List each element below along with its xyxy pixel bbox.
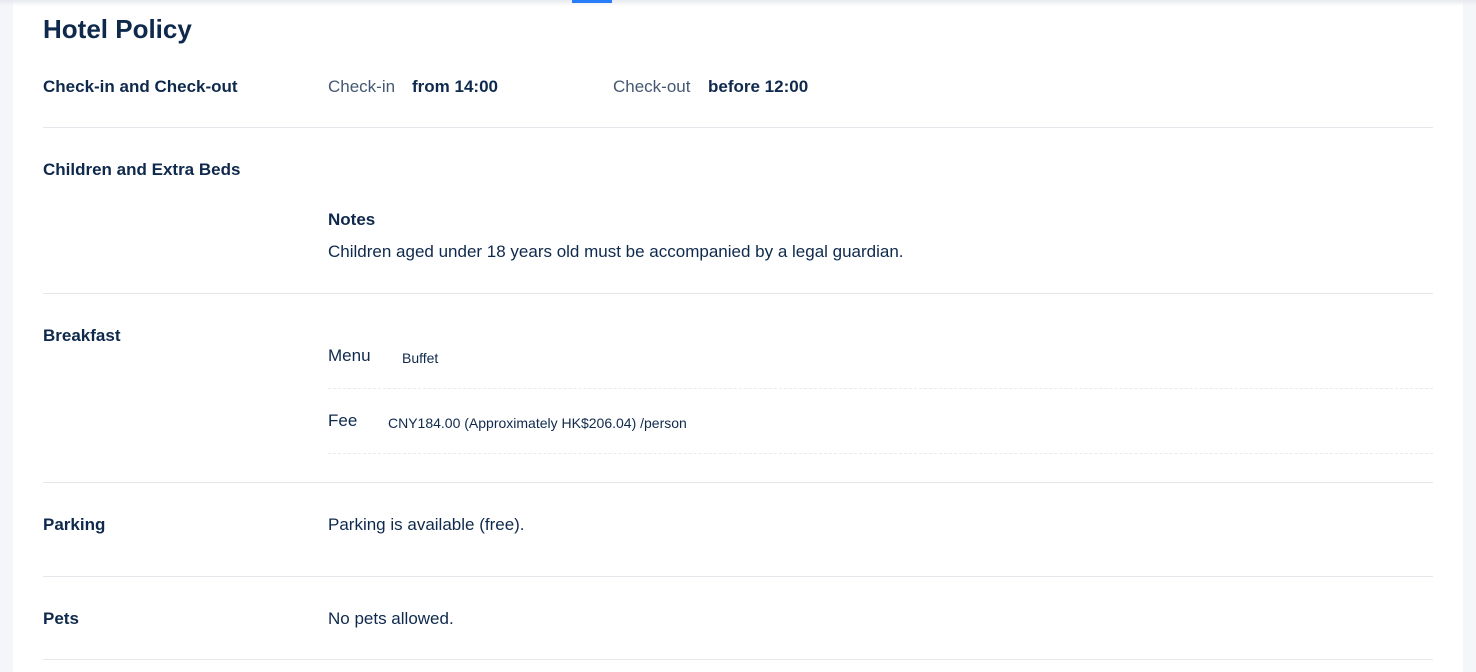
active-tab-indicator bbox=[572, 0, 612, 3]
pets-section: Pets No pets allowed. bbox=[43, 577, 1433, 660]
parking-section: Parking Parking is available (free). bbox=[43, 483, 1433, 577]
pets-label: Pets bbox=[43, 609, 79, 628]
breakfast-menu-row: Menu Buffet bbox=[328, 324, 1433, 389]
checkin-checkout-section: Check-in and Check-out Check-in from 14:… bbox=[43, 60, 1433, 128]
checkin-label: Check-in bbox=[328, 77, 396, 96]
breakfast-fee-row: Fee CNY184.00 (Approximately HK$206.04) … bbox=[328, 389, 1433, 454]
menu-label: Menu bbox=[328, 346, 371, 365]
pets-text: No pets allowed. bbox=[328, 609, 454, 628]
breakfast-label: Breakfast bbox=[43, 326, 121, 345]
checkout-time: before 12:00 bbox=[708, 77, 809, 96]
checkout-label: Check-out bbox=[613, 77, 691, 96]
hotel-policy-card: Hotel Policy Check-in and Check-out Chec… bbox=[13, 0, 1463, 672]
fee-value: CNY184.00 (Approximately HK$206.04) /per… bbox=[388, 415, 687, 431]
children-section: Children and Extra Beds Notes Children a… bbox=[43, 128, 1433, 294]
breakfast-section: Breakfast Menu Buffet Fee CNY184.00 (App… bbox=[43, 294, 1433, 483]
breakfast-body: Menu Buffet Fee CNY184.00 (Approximately… bbox=[328, 324, 1433, 454]
checkin-time: from 14:00 bbox=[412, 77, 498, 96]
notes-text: Children aged under 18 years old must be… bbox=[328, 242, 904, 261]
notes-title: Notes bbox=[328, 210, 376, 229]
children-body: Notes Children aged under 18 years old m… bbox=[328, 210, 1433, 262]
parking-label: Parking bbox=[43, 515, 106, 534]
fee-label: Fee bbox=[328, 411, 358, 430]
children-label: Children and Extra Beds bbox=[43, 160, 241, 179]
top-bar-shadow bbox=[0, 0, 1476, 6]
menu-value: Buffet bbox=[402, 350, 439, 366]
parking-text: Parking is available (free). bbox=[328, 515, 525, 534]
section-title: Hotel Policy bbox=[43, 14, 192, 44]
checkin-checkout-label: Check-in and Check-out bbox=[43, 77, 238, 96]
